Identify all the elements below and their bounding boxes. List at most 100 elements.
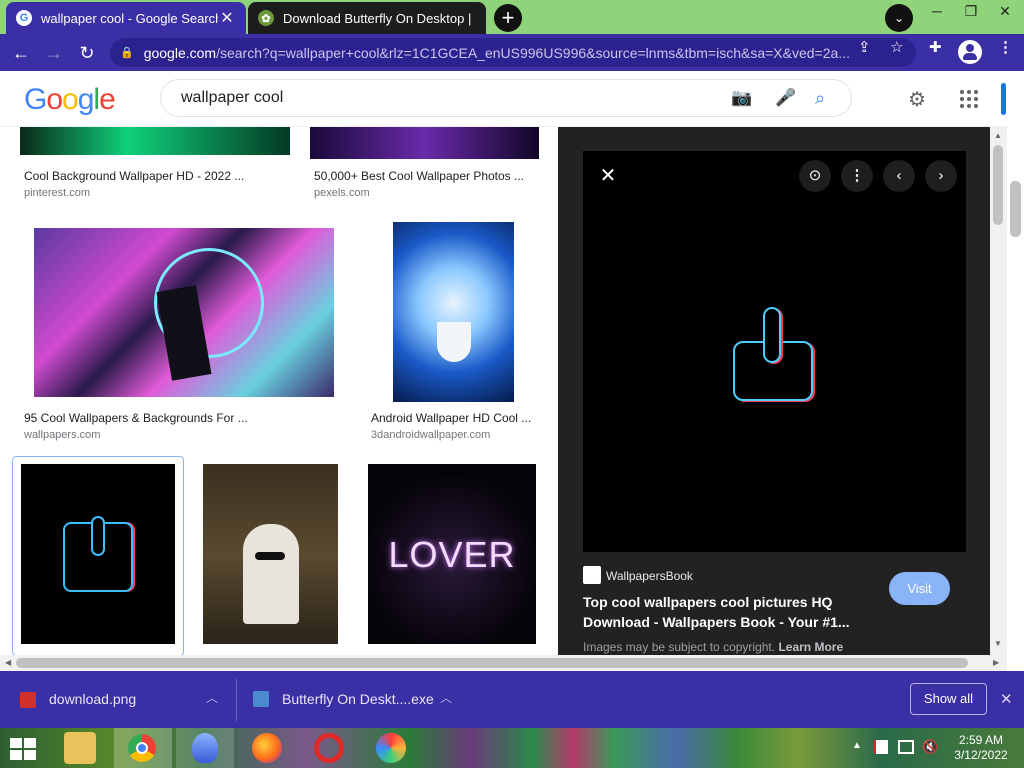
app-taskbar-item[interactable] <box>176 728 234 768</box>
google-apps-icon[interactable] <box>960 90 978 108</box>
horizontal-scroll-thumb[interactable] <box>16 658 968 668</box>
vertical-scrollbar[interactable]: ▲ ▼ <box>990 127 1007 655</box>
result-thumbnail-neon-figure[interactable] <box>34 228 334 397</box>
show-hidden-icons[interactable]: ▲ <box>852 740 862 751</box>
lock-icon: 🔒 <box>120 47 134 59</box>
system-clock[interactable]: 2:59 AM 3/12/2022 <box>948 733 1014 763</box>
preview-title-line2: Download - Wallpapers Book - Your #1... <box>583 614 850 630</box>
tab-butterfly-download[interactable]: ✿ Download Butterfly On Desktop | <box>248 2 486 34</box>
more-options-icon[interactable]: ⋮ <box>841 160 873 192</box>
tab-title: Download Butterfly On Desktop | <box>283 10 472 26</box>
profile-avatar-icon[interactable] <box>958 40 982 64</box>
vertical-scroll-thumb[interactable] <box>993 145 1003 225</box>
restore-button[interactable]: ❐ <box>954 0 988 24</box>
chrome-icon <box>128 734 156 762</box>
share-icon[interactable]: ⇪ <box>858 38 871 56</box>
previous-image-icon[interactable]: ‹ <box>883 160 915 192</box>
result-thumbnail[interactable] <box>20 127 290 155</box>
visit-button[interactable]: Visit <box>889 572 950 605</box>
png-file-icon <box>20 692 36 708</box>
preview-image[interactable] <box>583 151 966 552</box>
lens-search-icon[interactable]: ⊙ <box>799 160 831 192</box>
back-button[interactable]: ← <box>8 40 34 66</box>
search-query: wallpaper cool <box>181 89 284 106</box>
result-title[interactable]: 50,000+ Best Cool Wallpaper Photos ... <box>314 169 524 183</box>
download-item-name[interactable]: Butterfly On Deskt....exe <box>282 691 434 707</box>
minimize-button[interactable]: ─ <box>920 0 954 24</box>
result-title[interactable]: Cool Background Wallpaper HD - 2022 ... <box>24 169 244 183</box>
clock-time: 2:59 AM <box>958 733 1004 747</box>
result-source[interactable]: 3dandroidwallpaper.com <box>371 429 490 441</box>
download-item-name[interactable]: download.png <box>49 691 136 707</box>
url-host: google.com <box>143 44 217 61</box>
result-title[interactable]: 95 Cool Wallpapers & Backgrounds For ... <box>24 411 248 425</box>
vpn-shield-icon[interactable] <box>376 733 406 763</box>
show-all-button[interactable]: Show all <box>910 683 987 715</box>
page-scroll-thumb[interactable] <box>1010 181 1021 237</box>
opera-icon[interactable] <box>314 733 344 763</box>
tab-google-search[interactable]: G wallpaper cool - Google Search ✕ <box>6 2 246 34</box>
chevron-up-icon[interactable]: ︿ <box>206 689 218 706</box>
chevron-up-icon[interactable]: ︿ <box>440 689 452 706</box>
exe-file-icon <box>253 691 269 707</box>
bookmark-star-icon[interactable]: ☆ <box>890 38 903 56</box>
microphone-icon[interactable]: 🎤 <box>775 88 796 108</box>
site-favicon-icon <box>583 566 601 584</box>
close-preview-icon[interactable]: ✕ <box>592 160 624 192</box>
tab-search-button[interactable]: ⌄ <box>885 4 913 32</box>
action-center-flag-icon[interactable] <box>874 740 888 754</box>
clock-date: 3/12/2022 <box>954 748 1008 762</box>
chrome-taskbar-item[interactable] <box>114 728 172 768</box>
result-source[interactable]: pinterest.com <box>24 187 90 199</box>
close-downloads-icon[interactable]: ✕ <box>1000 690 1013 708</box>
firefox-icon[interactable] <box>252 733 282 763</box>
result-thumbnail-hooded-figure[interactable] <box>203 464 338 644</box>
file-explorer-icon[interactable] <box>64 732 96 764</box>
volume-muted-icon[interactable]: 🔇 <box>922 739 938 755</box>
learn-more-link[interactable]: Learn More <box>778 640 843 654</box>
result-thumbnail-neon-hand[interactable] <box>21 464 175 644</box>
windows-start-icon[interactable] <box>10 738 38 760</box>
browser-title-bar: G wallpaper cool - Google Search ✕ ✿ Dow… <box>0 0 1024 34</box>
extensions-icon[interactable]: ✚ <box>929 38 942 56</box>
next-image-icon[interactable]: › <box>925 160 957 192</box>
close-tab-icon[interactable]: ✕ <box>218 8 236 28</box>
browser-toolbar: ← → ↻ 🔒 google.com /search?q=wallpaper+c… <box>0 34 1024 71</box>
forward-button[interactable]: → <box>41 40 67 66</box>
new-tab-button[interactable]: + <box>494 4 522 32</box>
preview-title[interactable]: Top cool wallpapers cool pictures HQ Dow… <box>583 592 850 632</box>
copyright-text: Images may be subject to copyright. <box>583 640 776 654</box>
windows-taskbar: ▲ 🔇 2:59 AM 3/12/2022 <box>0 728 1024 768</box>
preview-title-line1: Top cool wallpapers cool pictures HQ <box>583 594 833 610</box>
search-icon[interactable]: ⌕ <box>815 88 825 109</box>
network-icon[interactable] <box>898 740 914 754</box>
lover-neon-text: LOVER <box>388 534 516 575</box>
page-scrollbar[interactable] <box>1007 71 1024 671</box>
preview-site-name[interactable]: WallpapersBook <box>606 569 693 583</box>
result-source[interactable]: pexels.com <box>314 187 370 199</box>
camera-search-icon[interactable]: 📷 <box>731 88 752 108</box>
result-thumbnail-lover-neon[interactable]: LOVER <box>368 464 536 644</box>
horizontal-scrollbar[interactable]: ◀ ▶ <box>0 655 1007 671</box>
close-window-button[interactable]: ✕ <box>988 0 1022 24</box>
google-logo[interactable]: Google <box>24 83 116 117</box>
butterfly-favicon-icon: ✿ <box>258 10 274 26</box>
chrome-menu-icon[interactable]: ⋮ <box>998 38 1013 56</box>
divider <box>236 679 237 721</box>
result-thumbnail-ice-wolf[interactable] <box>393 222 514 402</box>
downloads-bar: download.png ︿ Butterfly On Deskt....exe… <box>0 671 1024 728</box>
copyright-notice: Images may be subject to copyright. Lear… <box>583 640 843 654</box>
google-header: Google wallpaper cool 📷 🎤 ⌕ ⚙ <box>0 71 1024 127</box>
result-title[interactable]: Android Wallpaper HD Cool ... <box>371 411 531 425</box>
sign-in-edge <box>1001 83 1006 115</box>
crystal-app-icon <box>192 733 218 763</box>
google-favicon-icon: G <box>16 10 32 26</box>
search-input[interactable]: wallpaper cool 📷 🎤 ⌕ <box>160 79 852 117</box>
url-path: /search?q=wallpaper+cool&rlz=1C1GCEA_enU… <box>216 44 850 61</box>
result-thumbnail[interactable] <box>310 127 539 159</box>
reload-button[interactable]: ↻ <box>74 40 100 66</box>
settings-gear-icon[interactable]: ⚙ <box>908 87 926 112</box>
image-results-grid: Cool Background Wallpaper HD - 2022 ... … <box>0 127 558 655</box>
result-source[interactable]: wallpapers.com <box>24 429 100 441</box>
address-bar[interactable]: 🔒 google.com /search?q=wallpaper+cool&rl… <box>110 38 916 67</box>
